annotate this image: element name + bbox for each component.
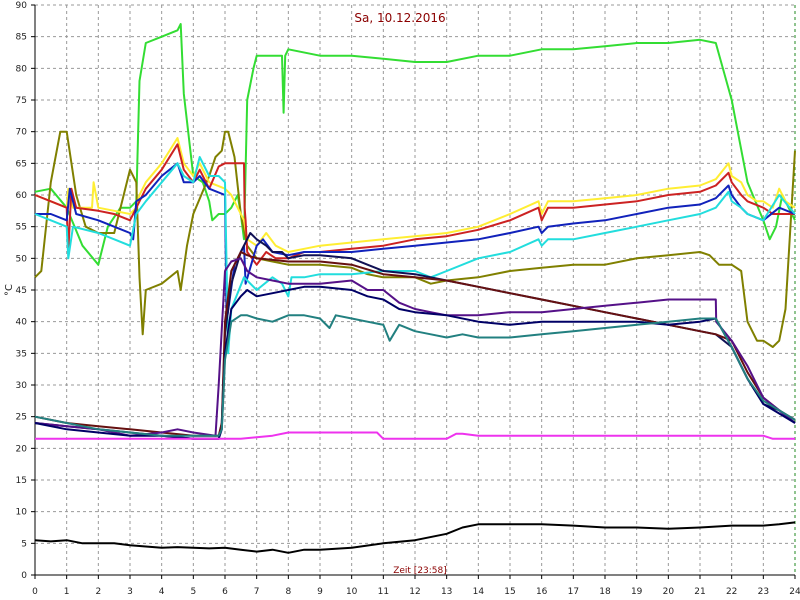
y-tick-label: 85: [16, 33, 27, 43]
x-tick-label: 20: [663, 587, 675, 597]
x-tick-label: 3: [127, 587, 133, 597]
y-tick-label: 20: [16, 444, 28, 454]
y-tick-label: 30: [16, 381, 28, 391]
y-tick-label: 55: [16, 223, 27, 233]
y-tick-label: 75: [16, 96, 27, 106]
x-tick-label: 4: [159, 587, 165, 597]
x-tick-label: 18: [599, 587, 611, 597]
x-tick-label: 12: [409, 587, 420, 597]
x-tick-label: 7: [254, 587, 260, 597]
x-tick-label: 16: [536, 587, 548, 597]
x-tick-label: 8: [285, 587, 291, 597]
x-tick-label: 5: [190, 587, 196, 597]
x-tick-label: 14: [473, 587, 485, 597]
x-tick-label: 17: [568, 587, 579, 597]
y-tick-label: 5: [21, 539, 27, 549]
x-tick-label: 9: [317, 587, 323, 597]
x-tick-label: 6: [222, 587, 228, 597]
y-tick-label: 65: [16, 159, 27, 169]
y-tick-label: 45: [16, 286, 27, 296]
x-tick-label: 23: [758, 587, 769, 597]
x-tick-label: 19: [631, 587, 643, 597]
chart-title: Sa, 10.12.2016: [354, 11, 445, 25]
x-tick-label: 15: [504, 587, 515, 597]
y-tick-label: 0: [21, 571, 27, 581]
temperature-chart: 0 1 2 3 4 5 6 7 8 9 10 11 12 13 14 15 16 17 18 19 20 21 22 23 24…: [0, 0, 800, 600]
x-tick-label: 1: [64, 587, 70, 597]
y-tick-label: 35: [16, 349, 27, 359]
y-tick-label: 50: [16, 254, 28, 264]
y-tick-label: 60: [16, 191, 28, 201]
x-tick-label: 24: [789, 587, 800, 597]
x-tick-label: 13: [441, 587, 452, 597]
y-tick-label: 80: [16, 64, 28, 74]
y-tick-label: 40: [16, 318, 28, 328]
y-tick-label: 90: [16, 1, 28, 11]
x-tick-label: 10: [346, 587, 358, 597]
x-tick-label: 2: [95, 587, 101, 597]
x-axis-label: Zeit [23:58]: [393, 566, 447, 576]
x-tick-label: 22: [726, 587, 737, 597]
x-tick-label: 11: [378, 587, 389, 597]
y-tick-label: 25: [16, 413, 27, 423]
y-tick-label: 15: [16, 476, 27, 486]
y-tick-label: 10: [16, 508, 28, 518]
y-axis-label: °C: [4, 284, 15, 296]
x-tick-label: 0: [32, 587, 38, 597]
x-tick-label: 21: [694, 587, 705, 597]
y-tick-label: 70: [16, 128, 28, 138]
